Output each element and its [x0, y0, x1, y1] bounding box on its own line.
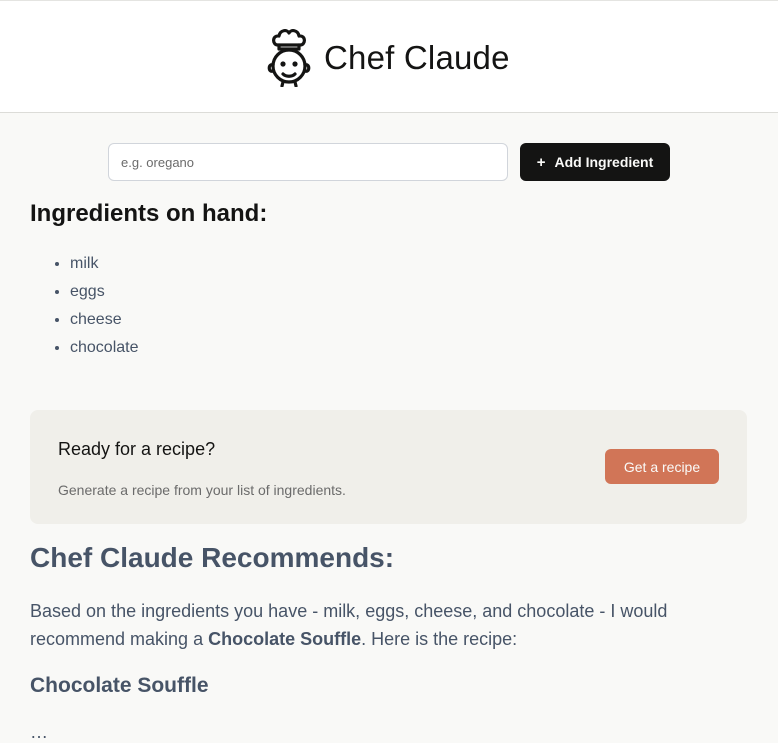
list-item: chocolate [70, 334, 139, 362]
recommendation-intro: Based on the ingredients you have - milk… [30, 597, 748, 653]
chef-face-icon [267, 29, 311, 87]
dish-name: Chocolate Souffle [208, 629, 362, 649]
ingredients-heading: Ingredients on hand: [30, 200, 268, 227]
list-item: eggs [70, 278, 139, 306]
intro-text-end: . Here is the recipe: [361, 629, 518, 649]
app-header: Chef Claude [0, 0, 778, 113]
add-ingredient-button[interactable]: + Add Ingredient [520, 143, 670, 181]
ingredient-input[interactable] [108, 143, 508, 181]
cta-title: Ready for a recipe? [58, 439, 216, 459]
add-ingredient-label: Add Ingredient [554, 154, 654, 170]
app-title: Chef Claude [324, 39, 510, 76]
list-item: milk [70, 250, 139, 278]
list-item: cheese [70, 306, 139, 334]
get-recipe-button[interactable]: Get a recipe [605, 449, 719, 484]
recipe-title: Chocolate Souffle [30, 674, 209, 697]
ingredients-list: milk eggs cheese chocolate [30, 250, 139, 362]
cta-description: Generate a recipe from your list of ingr… [58, 482, 346, 498]
get-recipe-panel: Ready for a recipe? Generate a recipe fr… [30, 410, 747, 524]
recommendation-heading: Chef Claude Recommends: [30, 542, 395, 573]
plus-icon: + [536, 153, 546, 171]
